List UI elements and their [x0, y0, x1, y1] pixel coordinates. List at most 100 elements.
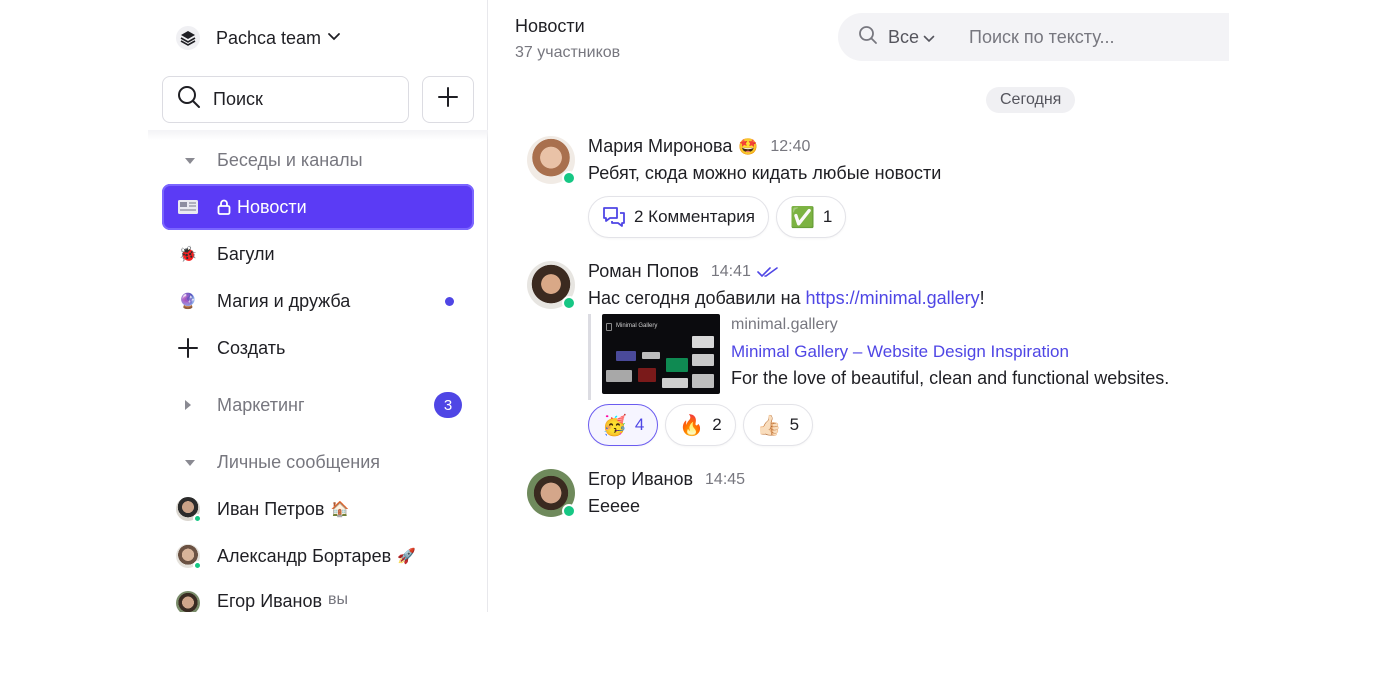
search-filter-dropdown[interactable]: Все	[888, 27, 935, 48]
sidebar-item-baguli[interactable]: 🐞 Багули	[162, 231, 474, 277]
section-chats-title: Беседы и каналы	[217, 150, 363, 170]
chevron-down-icon	[327, 29, 341, 47]
reaction-fire[interactable]: 🔥 2	[665, 404, 736, 446]
dm-name: Александр Бортарев	[217, 545, 392, 566]
message-text: Нас сегодня добавили на https://minimal.…	[588, 288, 985, 309]
author-name[interactable]: Роман Попов	[588, 261, 699, 282]
reaction-count: 4	[634, 415, 645, 434]
crystal-ball-icon: 🔮	[178, 293, 198, 310]
star-struck-icon: 🤩	[738, 138, 759, 156]
link-preview-description: For the love of beautiful, clean and fun…	[731, 368, 1170, 388]
thumbnail-tile	[692, 336, 714, 348]
filter-label: Все	[888, 26, 920, 47]
avatar[interactable]	[527, 469, 576, 518]
message-header: Мария Миронова 🤩 12:40	[588, 136, 810, 157]
caret-down-icon	[180, 459, 200, 467]
thumbnail-tile	[606, 323, 612, 331]
message-header: Егор Иванов 14:45	[588, 469, 745, 490]
rocket-icon: 🚀	[397, 548, 416, 565]
sidebar-item-label: Магия и дружба	[217, 290, 351, 311]
message-text-part: Нас сегодня добавили на	[588, 288, 806, 308]
thumbs-up-icon: 👍🏻	[756, 414, 782, 437]
message-search-input[interactable]: Поиск по тексту...	[969, 27, 1114, 48]
message-roman: Роман Попов 14:41 Нас сегодня добавили н…	[527, 261, 1207, 447]
create-label: Создать	[217, 337, 286, 358]
avatar	[176, 591, 200, 612]
plus-icon	[438, 87, 458, 112]
reactions-row: 🥳 4 🔥 2 👍🏻 5	[588, 404, 814, 446]
section-dm-toggle[interactable]: Личные сообщения	[180, 452, 380, 473]
online-indicator	[193, 514, 202, 523]
thumbnail-tile	[642, 352, 660, 359]
team-name: Pachca team	[216, 27, 322, 48]
author-name[interactable]: Егор Иванов	[588, 469, 693, 490]
message-time: 14:45	[705, 470, 746, 488]
link-preview-thumbnail[interactable]: Minimal Gallery	[602, 314, 720, 394]
channel-members-count[interactable]: 37 участников	[515, 44, 620, 62]
chat-area: Новости 37 участников Все Поиск по текст…	[489, 0, 1229, 612]
ladybug-icon: 🐞	[178, 246, 198, 263]
reaction-thumbs-up[interactable]: 👍🏻 5	[742, 404, 814, 446]
section-chats-toggle[interactable]: Беседы и каналы	[180, 150, 363, 171]
dm-item-alexander[interactable]: Александр Бортарев 🚀	[162, 533, 474, 579]
thumbnail-tile	[638, 368, 656, 382]
author-name[interactable]: Мария Миронова	[588, 136, 732, 157]
avatar[interactable]	[527, 261, 576, 310]
link-preview-site: minimal.gallery	[731, 316, 838, 333]
sidebar-item-label: Багули	[217, 243, 275, 264]
sidebar-search-label: Поиск	[213, 89, 263, 109]
team-switcher[interactable]: Pachca team	[176, 24, 341, 52]
avatar[interactable]	[527, 136, 576, 185]
section-marketing-title: Маркетинг	[217, 394, 305, 415]
search-icon	[858, 25, 878, 50]
create-channel-button[interactable]: Создать	[162, 325, 474, 371]
add-button[interactable]	[422, 76, 474, 123]
online-indicator	[562, 296, 576, 310]
lock-icon	[217, 199, 231, 215]
unread-count-badge: 3	[434, 392, 462, 418]
double-check-icon	[757, 266, 779, 278]
sidebar-item-label: Новости	[237, 196, 307, 217]
self-label: вы	[328, 591, 349, 608]
message-search-bar: Все Поиск по тексту...	[838, 13, 1229, 61]
plus-icon	[176, 336, 200, 360]
comments-button[interactable]: 2 Комментария	[588, 196, 769, 238]
message-maria: Мария Миронова 🤩 12:40 Ребят, сюда можно…	[527, 136, 1187, 240]
unread-dot	[445, 296, 454, 306]
dm-name: Иван Петров	[217, 498, 325, 519]
newspaper-icon	[176, 195, 200, 219]
thumbnail-tile	[606, 370, 632, 382]
reaction-check[interactable]: ✅ 1	[775, 196, 847, 238]
link-preview-title[interactable]: Minimal Gallery – Website Design Inspira…	[731, 342, 1069, 362]
reaction-count: 2	[712, 415, 722, 434]
reaction-count: 1	[822, 207, 833, 226]
comments-label: 2 Комментария	[634, 207, 755, 226]
section-dm-title: Личные сообщения	[217, 452, 381, 472]
team-logo-icon	[176, 26, 200, 50]
comments-icon	[602, 206, 626, 228]
online-indicator	[562, 504, 576, 518]
sidebar-item-magic[interactable]: 🔮 Магия и дружба	[162, 278, 474, 324]
dm-item-ivan[interactable]: Иван Петров 🏠	[162, 486, 474, 532]
reactions-row: 2 Комментария ✅ 1	[588, 196, 847, 238]
sidebar-search[interactable]: Поиск	[162, 76, 409, 123]
reaction-party[interactable]: 🥳 4	[588, 404, 659, 446]
message-text: Ребят, сюда можно кидать любые новости	[588, 163, 942, 183]
dm-item-egor[interactable]: Егор Иванов вы	[162, 580, 474, 612]
avatar	[176, 544, 202, 570]
sidebar-divider	[148, 130, 488, 140]
check-mark-icon: ✅	[789, 206, 815, 229]
search-icon	[177, 85, 201, 114]
section-marketing-toggle[interactable]: Маркетинг 3	[162, 382, 474, 428]
thumbnail-tile	[662, 378, 688, 388]
channel-title: Новости	[515, 16, 585, 36]
message-link[interactable]: https://minimal.gallery	[806, 288, 980, 308]
message-egor: Егор Иванов 14:45 Ееееe	[527, 469, 927, 529]
sidebar-item-news[interactable]: Новости	[162, 184, 474, 230]
message-text: Ееееe	[588, 496, 641, 516]
message-time: 14:41	[710, 262, 751, 280]
partying-face-icon: 🥳	[602, 414, 627, 437]
chevron-down-icon	[923, 27, 935, 48]
link-preview: Minimal Gallery minimal.gallery Minimal …	[588, 314, 1208, 400]
house-icon: 🏠	[330, 501, 350, 518]
